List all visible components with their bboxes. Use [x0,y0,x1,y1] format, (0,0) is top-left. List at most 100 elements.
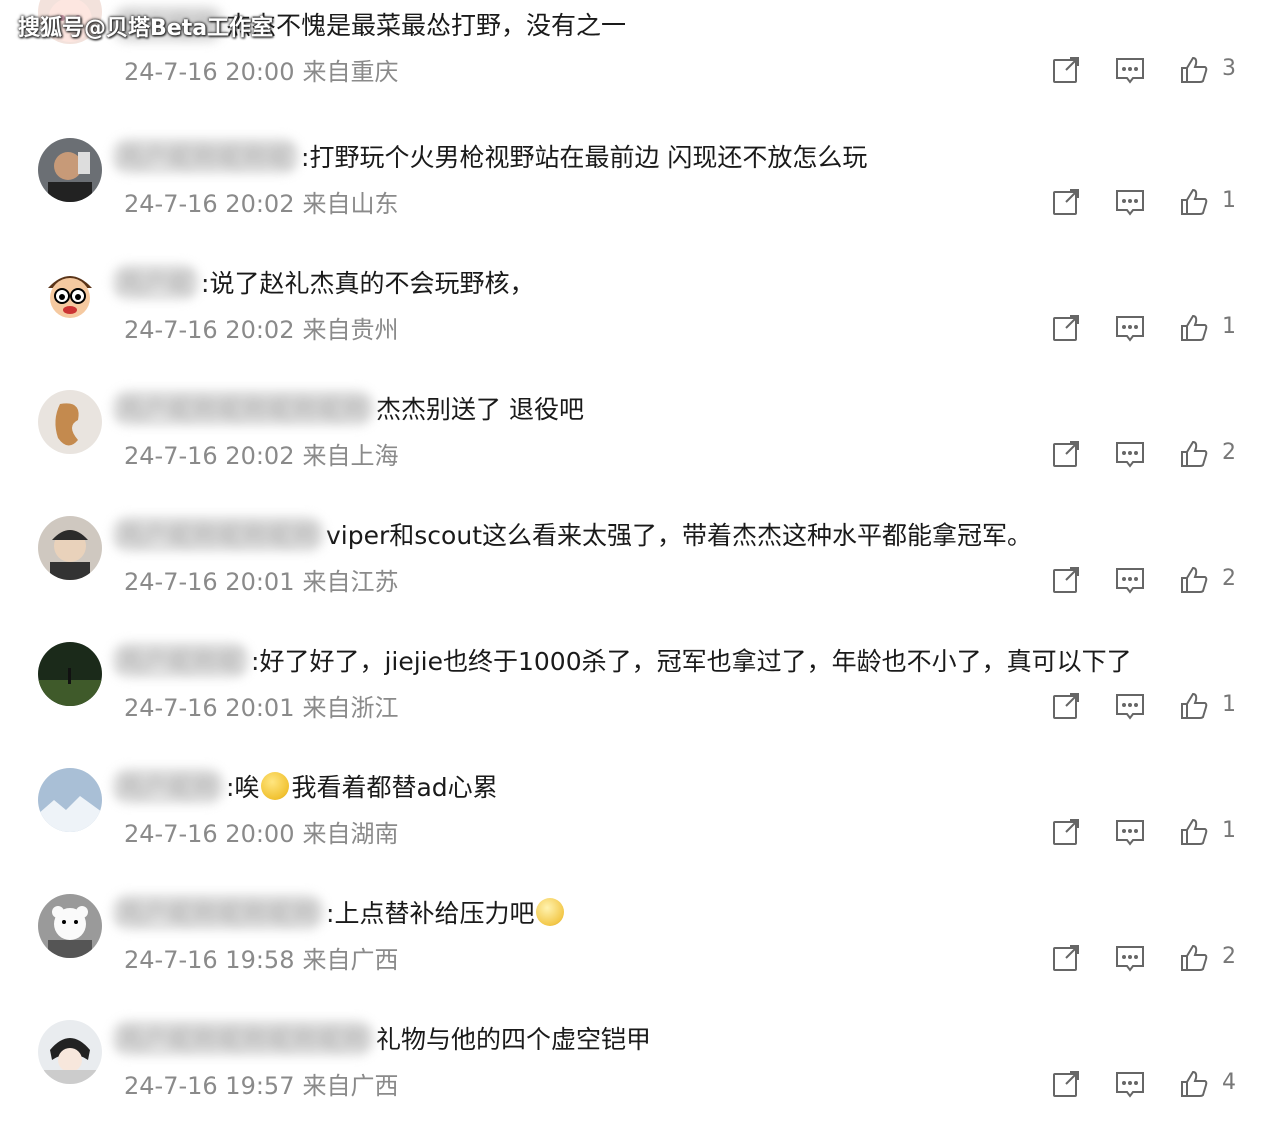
share-icon[interactable] [1050,438,1082,470]
like-count: 3 [1222,56,1236,81]
username-blurred[interactable]: 用户昵称昵称昵称昵称 [112,390,375,426]
comment-icon[interactable] [1114,816,1146,848]
comment-icon[interactable] [1114,564,1146,596]
comment-icon[interactable] [1114,54,1146,86]
comment-time: 24-7-16 20:00 [124,820,295,848]
share-icon[interactable] [1050,312,1082,344]
avatar[interactable] [38,1020,102,1084]
comment-location: 来自广西 [302,1072,399,1100]
comment-text: 杰杰别送了 退役吧 [376,395,584,424]
username-blurred[interactable]: 用户昵称昵称昵称昵称 [112,1020,375,1056]
comment-icon[interactable] [1114,1068,1146,1100]
comment-time: 24-7-16 20:01 [124,568,295,596]
comment-meta: 24-7-16 20:02 来自山东 [124,184,398,219]
share-icon[interactable] [1050,54,1082,86]
comment-actions: 2 [1050,438,1250,474]
share-icon[interactable] [1050,690,1082,722]
comment-meta: 24-7-16 20:01 来自浙江 [124,688,398,723]
thumbs-up-icon[interactable] [1178,438,1210,470]
like-count: 1 [1222,188,1236,213]
like-count: 1 [1222,818,1236,843]
comment-meta: 24-7-16 20:01 来自江苏 [124,562,398,597]
thumbs-up-icon[interactable] [1178,690,1210,722]
like-count: 1 [1222,692,1236,717]
comment-item: 用户昵称:唉 我看着都替ad心累 24-7-16 20:00 来自湖南 1 [0,756,1274,882]
comment-actions: 1 [1050,312,1250,348]
comment-icon[interactable] [1114,942,1146,974]
comment-text: :上点替补给压力吧 [326,899,535,928]
comment-location: 来自山东 [302,190,399,218]
username-blurred[interactable]: 用户昵称昵称昵称 [112,516,325,552]
share-icon[interactable] [1050,186,1082,218]
avatar[interactable] [38,642,102,706]
avatar[interactable] [38,516,102,580]
comment-text: 杰杰不愧是最菜最怂打野，没有之一 [226,11,627,40]
comment-actions: 1 [1050,816,1250,852]
avatar[interactable] [38,390,102,454]
comment-item: 用户昵称昵:好了好了，jiejie也终于1000杀了，冠军也拿过了，年龄也不小了… [0,630,1274,756]
thumbs-up-icon[interactable] [1178,186,1210,218]
like-count: 1 [1222,314,1236,339]
comment-content: 用户昵称昵称昵称:上点替补给压力吧 [112,892,566,932]
comment-time: 24-7-16 20:02 [124,190,295,218]
comment-icon[interactable] [1114,690,1146,722]
thumbs-up-icon[interactable] [1178,312,1210,344]
comment-location: 来自江苏 [302,568,399,596]
comment-text-continued: 我看着都替ad心累 [291,773,498,802]
comment-meta: 24-7-16 20:00 来自重庆 [124,52,398,87]
share-icon[interactable] [1050,942,1082,974]
comment-location: 来自浙江 [302,694,399,722]
comment-actions: 3 [1050,54,1250,90]
comment-meta: 24-7-16 20:02 来自贵州 [124,310,398,345]
like-count: 2 [1222,944,1236,969]
comment-item: 用户昵称昵称昵称昵称 礼物与他的四个虚空铠甲 24-7-16 19:57 来自广西 4 [0,1008,1274,1134]
like-count: 2 [1222,440,1236,465]
comment-time: 24-7-16 20:00 [124,58,295,86]
comment-text: 礼物与他的四个虚空铠甲 [376,1025,652,1054]
comment-content: 用户昵称:唉 我看着都替ad心累 [112,766,498,806]
comment-location: 来自广西 [302,946,399,974]
comment-text: :打野玩个火男枪视野站在最前边 闪现还不放怎么玩 [301,143,868,172]
thumbs-up-icon[interactable] [1178,1068,1210,1100]
comment-meta: 24-7-16 19:57 来自广西 [124,1066,398,1101]
share-icon[interactable] [1050,816,1082,848]
comment-time: 24-7-16 19:57 [124,1072,295,1100]
comment-actions: 1 [1050,186,1250,222]
watermark: 搜狐号@贝塔Beta工作室 [18,16,274,41]
comment-content: 用户昵称昵称昵:打野玩个火男枪视野站在最前边 闪现还不放怎么玩 [112,136,867,176]
comment-time: 24-7-16 20:02 [124,316,295,344]
comment-meta: 24-7-16 20:00 来自湖南 [124,814,398,849]
username-blurred[interactable]: 用户昵称昵称昵 [112,138,300,174]
thumbs-up-icon[interactable] [1178,816,1210,848]
comment-icon[interactable] [1114,186,1146,218]
share-icon[interactable] [1050,1068,1082,1100]
thumbs-up-icon[interactable] [1178,564,1210,596]
comment-location: 来自上海 [302,442,399,470]
comment-actions: 4 [1050,1068,1250,1104]
username-blurred[interactable]: 用户昵 [112,264,200,300]
thumbs-up-icon[interactable] [1178,54,1210,86]
avatar[interactable] [38,138,102,202]
username-blurred[interactable]: 用户昵称 [112,768,225,804]
like-count: 4 [1222,1070,1236,1095]
comment-location: 来自湖南 [302,820,399,848]
comment-item: 用户昵称昵称昵:打野玩个火男枪视野站在最前边 闪现还不放怎么玩 24-7-16 2… [0,126,1274,252]
comment-time: 24-7-16 19:58 [124,946,295,974]
avatar[interactable] [38,894,102,958]
share-icon[interactable] [1050,564,1082,596]
username-blurred[interactable]: 用户昵称昵 [112,642,250,678]
comment-time: 24-7-16 20:02 [124,442,295,470]
comment-content: 用户昵称昵称昵称昵称 杰杰别送了 退役吧 [112,388,584,428]
comment-location: 来自重庆 [302,58,399,86]
comment-meta: 24-7-16 20:02 来自上海 [124,436,398,471]
thumbs-up-icon[interactable] [1178,942,1210,974]
comment-location: 来自贵州 [302,316,399,344]
comment-content: 用户昵称昵称昵称 viper和scout这么看来太强了，带着杰杰这种水平都能拿冠军… [112,514,1032,554]
avatar[interactable] [38,768,102,832]
avatar[interactable] [38,264,102,328]
comment-icon[interactable] [1114,438,1146,470]
username-blurred[interactable]: 用户昵称昵称昵称 [112,894,325,930]
comment-icon[interactable] [1114,312,1146,344]
like-count: 2 [1222,566,1236,591]
comment-actions: 2 [1050,942,1250,978]
